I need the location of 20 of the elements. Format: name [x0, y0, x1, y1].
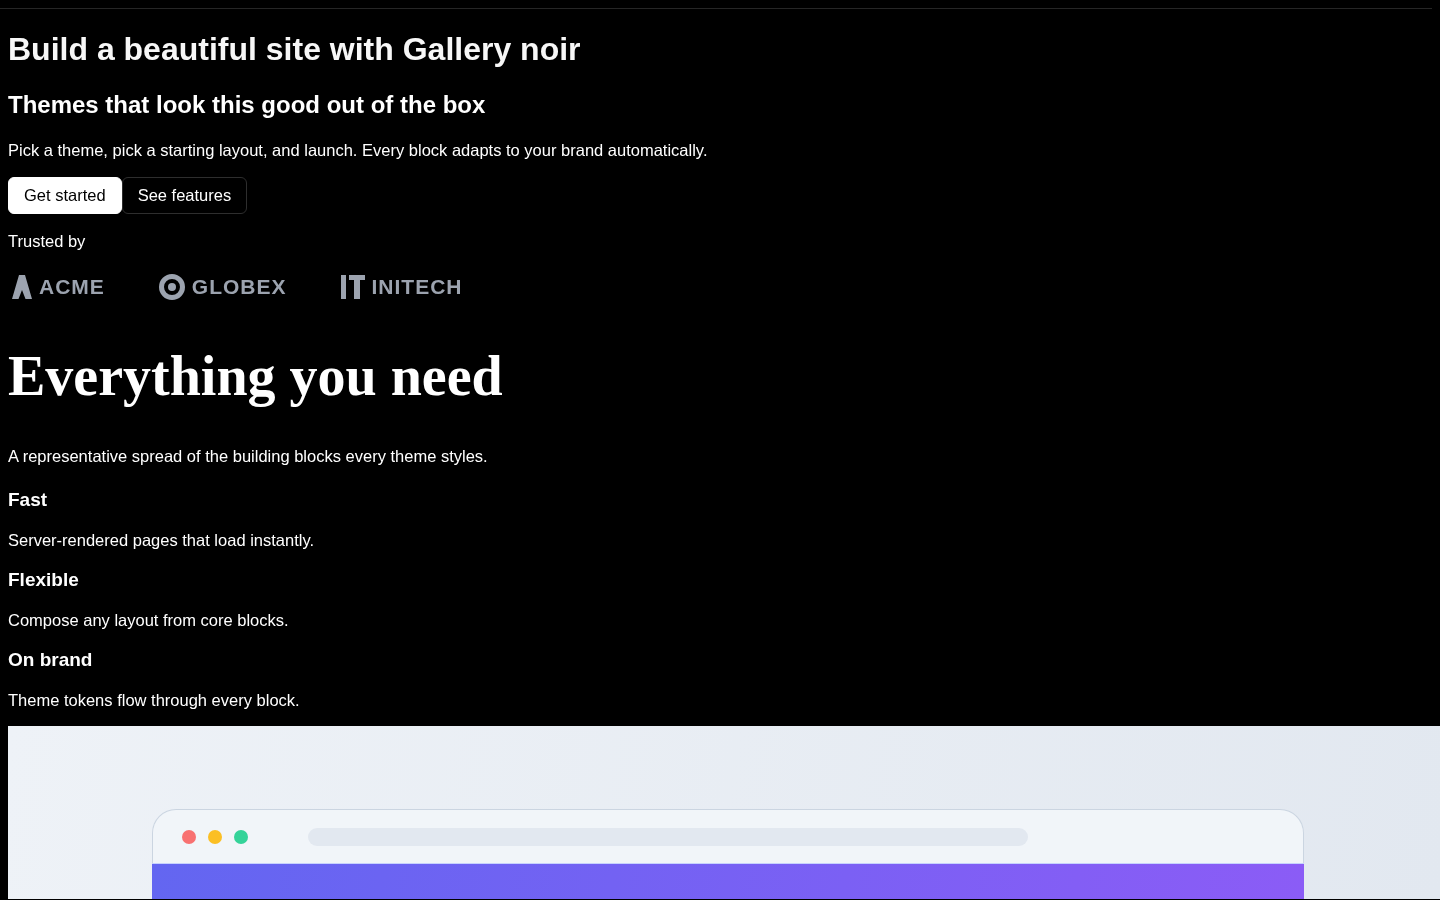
intro-text: Pick a theme, pick a starting layout, and launch. Every block adapts to your brand automatically. — [8, 140, 708, 161]
feature-description: Server-rendered pages that load instantly. — [8, 530, 315, 551]
feature-title: Fast — [8, 488, 48, 512]
page-subtitle: Themes that look this good out of the box — [8, 90, 486, 120]
target-icon — [158, 274, 185, 300]
section-title: Everything you need — [8, 346, 503, 406]
brand-name: INITECH — [371, 274, 463, 300]
bar-and-tee-icon — [340, 275, 365, 299]
section-description: A representative spread of the building blocks every theme styles. — [8, 446, 488, 467]
feature-description: Theme tokens flow through every block. — [8, 690, 300, 711]
feature-title: On brand — [8, 648, 93, 672]
triangle-icon — [12, 275, 32, 299]
brand-name: ACME — [39, 274, 105, 300]
feature-description: Compose any layout from core blocks. — [8, 610, 289, 631]
feature-title: Flexible — [8, 568, 79, 592]
brand-name: GLOBEX — [191, 274, 287, 300]
get-started-button[interactable]: Get started — [8, 177, 122, 214]
see-features-button[interactable]: See features — [121, 177, 248, 214]
page-title: Build a beautiful site with Gallery noir — [8, 30, 581, 69]
trusted-by-label: Trusted by — [8, 231, 86, 252]
